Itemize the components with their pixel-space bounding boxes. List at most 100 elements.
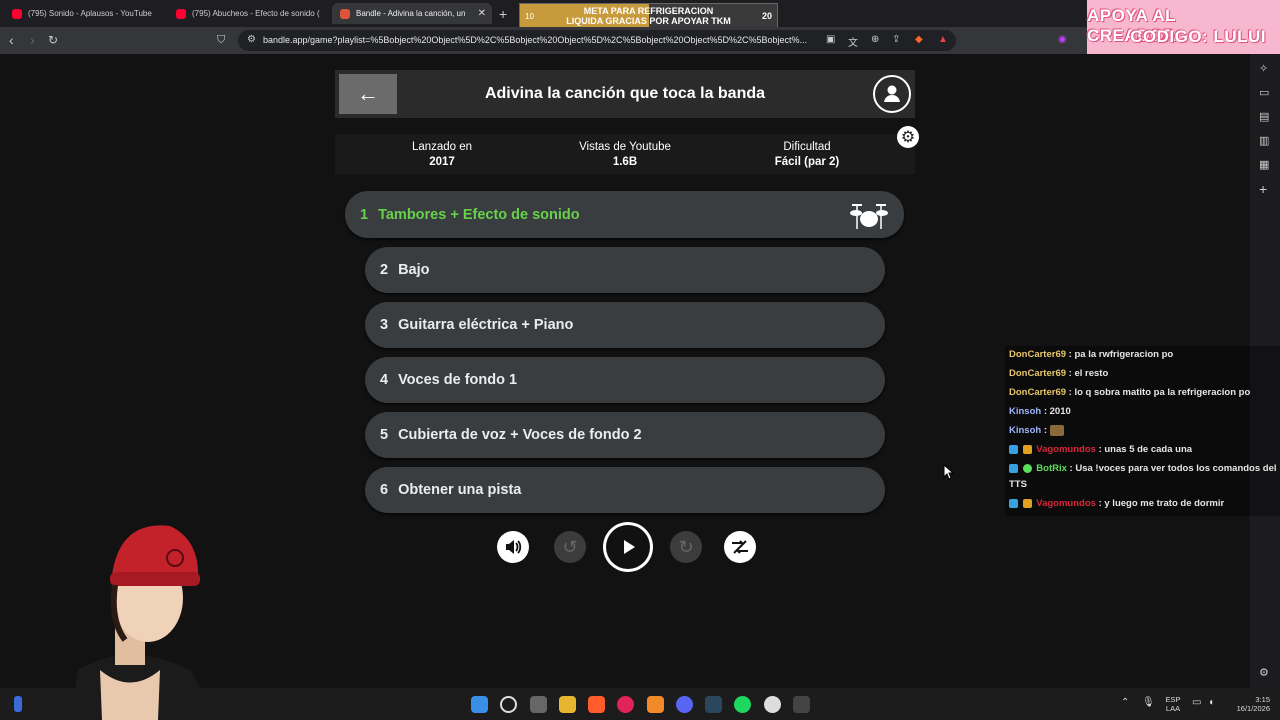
discord-icon[interactable]: [676, 696, 693, 713]
back-nav-icon[interactable]: ‹: [9, 32, 14, 48]
chat-message: DonCarter69 : el resto: [1009, 368, 1108, 379]
rewind-icon: ↺: [562, 536, 578, 557]
microphone-icon[interactable]: 🎙: [1142, 697, 1155, 708]
forward-button[interactable]: ↻: [670, 531, 702, 563]
reading-list-icon[interactable]: ▭: [1259, 86, 1269, 99]
chat-message: BotRix : Usa !voces para ver todos los c…: [1009, 463, 1277, 474]
stat-release: Lanzado en 2017: [362, 140, 522, 170]
extension-icon[interactable]: ◉: [1058, 34, 1067, 45]
track-row[interactable]: 5 Cubierta de voz + Voces de fondo 2: [365, 412, 885, 458]
volume-icon[interactable]: ◖: [1208, 697, 1214, 708]
chat-text: : lo q sobra matito pa la refrigeracion …: [1068, 387, 1251, 398]
translate-icon[interactable]: 文: [848, 34, 858, 49]
skip-button[interactable]: [724, 531, 756, 563]
clock-date: 16/1/2026: [1236, 704, 1270, 713]
bookmarks-panel-icon[interactable]: ▥: [1259, 134, 1269, 147]
chat-message: Kinsoh : 2010: [1009, 406, 1071, 417]
settings-gear-icon[interactable]: ⚙: [1259, 666, 1269, 679]
forward-nav-icon[interactable]: ›: [30, 32, 35, 48]
wallet-icon[interactable]: ▤: [1259, 110, 1269, 123]
stat-value: 2017: [429, 156, 455, 168]
chat-user: DonCarter69: [1009, 368, 1067, 379]
brave-rewards-icon[interactable]: ▲: [938, 34, 948, 45]
rewind-button[interactable]: ↺: [554, 531, 586, 563]
brave-shield-icon[interactable]: ◆: [915, 34, 923, 45]
forward-icon: ↻: [678, 536, 694, 557]
game-title: Adivina la canción que toca la banda: [484, 85, 766, 102]
share-icon[interactable]: ⇪: [892, 34, 900, 45]
track-label: Voces de fondo 1: [398, 372, 518, 388]
streamer-avatar: [70, 525, 220, 720]
chat-user: DonCarter69: [1009, 387, 1067, 398]
search-icon[interactable]: [500, 696, 517, 713]
language-indicator[interactable]: ESP LAA: [1162, 695, 1184, 713]
tab-label: Bandle - Adivina la canción, un: [356, 9, 466, 18]
browser-tab[interactable]: (795) Abucheos - Efecto de sonido (I: [168, 3, 328, 24]
browser-tab[interactable]: (795) Sonido - Aplausos - YouTube: [4, 3, 164, 24]
network-icon[interactable]: ▭: [1192, 697, 1201, 708]
tab-label: (795) Sonido - Aplausos - YouTube: [28, 9, 152, 18]
app-icon-2[interactable]: [793, 696, 810, 713]
stat-label: Vistas de Youtube: [579, 141, 671, 153]
track-label: Guitarra eléctrica + Piano: [398, 317, 574, 333]
new-tab-icon[interactable]: +: [499, 6, 507, 22]
leo-ai-icon[interactable]: ✧: [1259, 62, 1268, 75]
track-row-active[interactable]: 1 Tambores + Efecto de sonido: [345, 191, 904, 238]
track-row[interactable]: 3 Guitarra eléctrica + Piano: [365, 302, 885, 348]
platform-badge-icon: [1009, 498, 1018, 508]
chat-text: : unas 5 de cada una: [1098, 444, 1193, 455]
browser-tab-active[interactable]: Bandle - Adivina la canción, un ✕: [332, 3, 492, 24]
tray-chevron-icon[interactable]: ⌃: [1121, 697, 1129, 708]
windows-start-icon[interactable]: [471, 696, 488, 713]
game-header: ← Adivina la canción que toca la banda: [335, 70, 915, 118]
tab-label: (795) Abucheos - Efecto de sonido (I: [192, 9, 320, 18]
bookmark-icon[interactable]: ⛉: [217, 34, 225, 47]
task-view-icon[interactable]: [530, 696, 547, 713]
track-row[interactable]: 2 Bajo: [365, 247, 885, 293]
app-icon[interactable]: [647, 696, 664, 713]
address-bar[interactable]: ⚙ bandle.app/game?playlist=%5Bobject%20O…: [238, 30, 956, 51]
add-panel-icon[interactable]: +: [1259, 181, 1267, 197]
zoom-icon[interactable]: ⊕: [871, 34, 879, 45]
goal-line-2: LIQUIDA GRACIAS POR APOYAR TKM: [566, 16, 731, 26]
goal-end: 20: [761, 11, 772, 21]
url-text: bandle.app/game?playlist=%5Bobject%20Obj…: [263, 35, 808, 45]
widgets-icon[interactable]: [14, 696, 22, 712]
gear-icon: ⚙: [900, 129, 916, 146]
obs-icon[interactable]: [764, 696, 781, 713]
chat-text: : pa la rwfrigeracion po: [1068, 349, 1174, 360]
chat-user: DonCarter69: [1009, 349, 1067, 360]
goal-line-1: META PARA REFRIGERACION: [583, 6, 714, 16]
brave-browser-icon[interactable]: [588, 696, 605, 713]
track-row[interactable]: 4 Voces de fondo 1: [365, 357, 885, 403]
track-label: Tambores + Efecto de sonido: [378, 206, 580, 223]
reload-icon[interactable]: ↻: [48, 33, 58, 47]
shuffle-skip-icon: [732, 540, 748, 554]
hint-row[interactable]: 6 Obtener una pista: [365, 467, 885, 513]
stat-youtube-views: Vistas de Youtube 1.6B: [545, 140, 705, 170]
chat-user: BotRix: [1036, 463, 1067, 474]
chat-message: DonCarter69 : pa la rwfrigeracion po: [1009, 349, 1173, 360]
site-info-icon[interactable]: ⚙: [247, 34, 256, 45]
bandle-favicon-icon: [340, 8, 350, 19]
history-icon[interactable]: ▦: [1259, 158, 1269, 171]
play-button[interactable]: [603, 522, 653, 572]
settings-gear-button[interactable]: ⚙: [897, 126, 919, 148]
file-explorer-icon[interactable]: [559, 696, 576, 713]
close-tab-icon[interactable]: ✕: [478, 8, 486, 19]
volume-button[interactable]: [497, 531, 529, 563]
steam-icon[interactable]: [705, 696, 722, 713]
track-number: 2: [380, 262, 389, 278]
spotify-icon[interactable]: [734, 696, 751, 713]
bot-badge-icon: [1022, 463, 1032, 473]
creator-code-banner: APOYA AL CREADOR CODIGO: LULUI: [1087, 0, 1280, 54]
track-number: 1: [360, 206, 369, 223]
stat-label: Lanzado en: [411, 141, 473, 153]
speaker-icon: [506, 540, 522, 554]
cast-icon[interactable]: ▣: [826, 34, 835, 45]
profile-button[interactable]: [873, 75, 911, 113]
chat-user: Vagomundos: [1036, 498, 1096, 509]
platform-badge-icon: [1009, 463, 1018, 473]
clock[interactable]: 3:15 16/1/2026: [1222, 695, 1270, 713]
media-player-icon[interactable]: [617, 696, 634, 713]
